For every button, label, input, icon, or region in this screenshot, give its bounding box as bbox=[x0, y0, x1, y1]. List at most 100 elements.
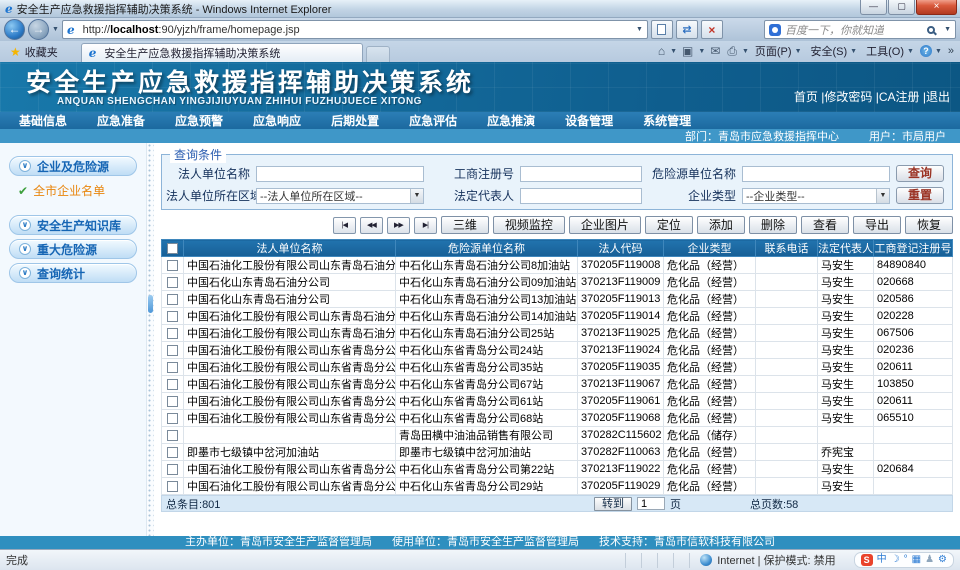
cell[interactable]: 危化品（经营） bbox=[664, 359, 756, 376]
sidebar-group-1[interactable]: ∨企业及危险源 bbox=[9, 156, 137, 176]
command-menu-1[interactable]: 页面(P)▼ bbox=[752, 43, 805, 59]
next-page-button[interactable]: ▶▶ bbox=[387, 217, 410, 234]
cell[interactable]: 中石化山东青岛石油分公司14加油站 bbox=[396, 308, 578, 325]
row-checkbox[interactable] bbox=[167, 413, 178, 424]
column-header-3[interactable]: 法人代码 bbox=[578, 240, 664, 257]
cell[interactable]: 危化品（经营） bbox=[664, 274, 756, 291]
cell[interactable]: 067506 bbox=[874, 325, 953, 342]
cell[interactable]: 370205F119068 bbox=[578, 410, 664, 427]
cell[interactable]: 370205F119029 bbox=[578, 478, 664, 495]
url-dropdown-icon[interactable]: ▼ bbox=[636, 26, 643, 33]
toolbar-button-7[interactable]: 查看 bbox=[801, 216, 849, 234]
cell[interactable]: 中国石油化工股份有限公司山东省青岛分公司 bbox=[184, 478, 396, 495]
cell[interactable]: 020236 bbox=[874, 342, 953, 359]
stop-button[interactable]: × bbox=[701, 20, 723, 39]
half-moon-icon[interactable]: ☽ bbox=[891, 554, 900, 566]
cell[interactable]: 马安生 bbox=[818, 478, 874, 495]
favorites-button[interactable]: ★ 收藏夹 bbox=[3, 43, 65, 60]
menu-item-8[interactable]: 设备管理 bbox=[550, 112, 628, 129]
cell[interactable]: 020668 bbox=[874, 274, 953, 291]
search-dropdown-icon[interactable]: ▼ bbox=[944, 26, 951, 33]
cell[interactable]: 中国石油化工股份有限公司山东青岛石油分公司 bbox=[184, 257, 396, 274]
forward-button[interactable]: → bbox=[28, 19, 49, 40]
cell[interactable] bbox=[756, 257, 818, 274]
row-checkbox[interactable] bbox=[167, 464, 178, 475]
column-header-5[interactable]: 联系电话 bbox=[756, 240, 818, 257]
top-link-4[interactable]: 退出 bbox=[926, 90, 950, 104]
cell[interactable] bbox=[756, 308, 818, 325]
cell[interactable]: 青岛田横中油油品销售有限公司 bbox=[396, 427, 578, 444]
toolbar-button-9[interactable]: 恢复 bbox=[905, 216, 953, 234]
cell[interactable]: 中国石油化工股份有限公司山东青岛石油分公司 bbox=[184, 325, 396, 342]
cell[interactable]: 危化品（经营） bbox=[664, 257, 756, 274]
sidebar-splitter[interactable] bbox=[146, 143, 154, 536]
top-link-1[interactable]: 首页 bbox=[794, 90, 818, 104]
cell[interactable] bbox=[756, 359, 818, 376]
cell[interactable]: 中石化山东省青岛分公司29站 bbox=[396, 478, 578, 495]
punctuation-icon[interactable]: ° bbox=[904, 554, 908, 566]
cell[interactable]: 370213F119009 bbox=[578, 274, 664, 291]
cell[interactable]: 即墨市七级镇中岔河加油站 bbox=[184, 444, 396, 461]
chevron-down-icon[interactable]: ▼ bbox=[742, 48, 749, 55]
cell[interactable]: 中国石油化工股份有限公司山东省青岛分公司 bbox=[184, 393, 396, 410]
cell[interactable]: 中国石油化工股份有限公司山东省青岛分公司 bbox=[184, 410, 396, 427]
chinese-mode-icon[interactable]: 中 bbox=[877, 554, 887, 566]
business-reg-no-input[interactable] bbox=[520, 166, 642, 182]
cell[interactable]: 危化品（经营） bbox=[664, 325, 756, 342]
cell[interactable]: 马安生 bbox=[818, 308, 874, 325]
row-checkbox[interactable] bbox=[167, 277, 178, 288]
menu-item-6[interactable]: 应急评估 bbox=[394, 112, 472, 129]
overflow-chevron-icon[interactable]: » bbox=[945, 45, 957, 57]
cell[interactable]: 马安生 bbox=[818, 325, 874, 342]
scrollbar-thumb[interactable] bbox=[148, 295, 153, 313]
cell[interactable]: 中石化山东省青岛分公司68站 bbox=[396, 410, 578, 427]
query-button[interactable]: 查询 bbox=[896, 165, 944, 182]
cell[interactable]: 危化品（经营） bbox=[664, 342, 756, 359]
cell[interactable] bbox=[818, 427, 874, 444]
cell[interactable]: 马安生 bbox=[818, 410, 874, 427]
menu-item-9[interactable]: 系统管理 bbox=[628, 112, 706, 129]
cell[interactable]: 中国石油化工股份有限公司山东省青岛分公司 bbox=[184, 461, 396, 478]
company-type-select[interactable]: --企业类型-- ▼ bbox=[742, 188, 890, 204]
reset-button[interactable]: 重置 bbox=[896, 187, 944, 204]
help-icon[interactable]: ? bbox=[920, 45, 932, 57]
legal-unit-name-input[interactable] bbox=[256, 166, 424, 182]
column-header-1[interactable]: 法人单位名称 bbox=[184, 240, 396, 257]
cell[interactable]: 370213F119025 bbox=[578, 325, 664, 342]
cell[interactable]: 370282F110063 bbox=[578, 444, 664, 461]
row-checkbox[interactable] bbox=[167, 260, 178, 271]
cell[interactable]: 马安生 bbox=[818, 291, 874, 308]
cell[interactable]: 020611 bbox=[874, 359, 953, 376]
cell[interactable]: 370205F119014 bbox=[578, 308, 664, 325]
cell[interactable]: 中石化山东青岛石油分公司25站 bbox=[396, 325, 578, 342]
sidebar-group-3[interactable]: ∨安全生产知识库 bbox=[9, 215, 137, 235]
cell[interactable] bbox=[874, 478, 953, 495]
cell[interactable]: 中石化山东青岛石油分公司09加油站 bbox=[396, 274, 578, 291]
chevron-down-icon[interactable]: ▼ bbox=[935, 48, 942, 55]
history-dropdown-icon[interactable]: ▼ bbox=[52, 26, 59, 33]
cell[interactable]: 020586 bbox=[874, 291, 953, 308]
page-number-input[interactable] bbox=[637, 497, 665, 510]
cell[interactable]: 危化品（经营） bbox=[664, 376, 756, 393]
menu-item-5[interactable]: 后期处置 bbox=[316, 112, 394, 129]
keyboard-icon[interactable]: ▦ bbox=[912, 554, 921, 566]
cell[interactable]: 危化品（经营） bbox=[664, 393, 756, 410]
cell[interactable]: 马安生 bbox=[818, 359, 874, 376]
row-checkbox[interactable] bbox=[167, 328, 178, 339]
cell[interactable]: 中国石化山东青岛石油分公司 bbox=[184, 274, 396, 291]
cell[interactable]: 马安生 bbox=[818, 257, 874, 274]
toolbar-button-3[interactable]: 企业图片 bbox=[569, 216, 641, 234]
cell[interactable]: 中国石化山东青岛石油分公司 bbox=[184, 291, 396, 308]
row-checkbox[interactable] bbox=[167, 481, 178, 492]
cell[interactable]: 中石化山东青岛石油分公司8加油站 bbox=[396, 257, 578, 274]
column-header-7[interactable]: 工商登记注册号 bbox=[874, 240, 953, 257]
toolbar-button-6[interactable]: 删除 bbox=[749, 216, 797, 234]
cell[interactable]: 危化品（经营） bbox=[664, 291, 756, 308]
goto-button[interactable]: 转到 bbox=[594, 497, 632, 511]
cell[interactable] bbox=[874, 427, 953, 444]
back-button[interactable]: ← bbox=[4, 19, 25, 40]
cell[interactable]: 370205F119035 bbox=[578, 359, 664, 376]
refresh-button[interactable]: ⇄ bbox=[676, 20, 698, 39]
menu-item-7[interactable]: 应急推演 bbox=[472, 112, 550, 129]
column-header-6[interactable]: 法定代表人 bbox=[818, 240, 874, 257]
